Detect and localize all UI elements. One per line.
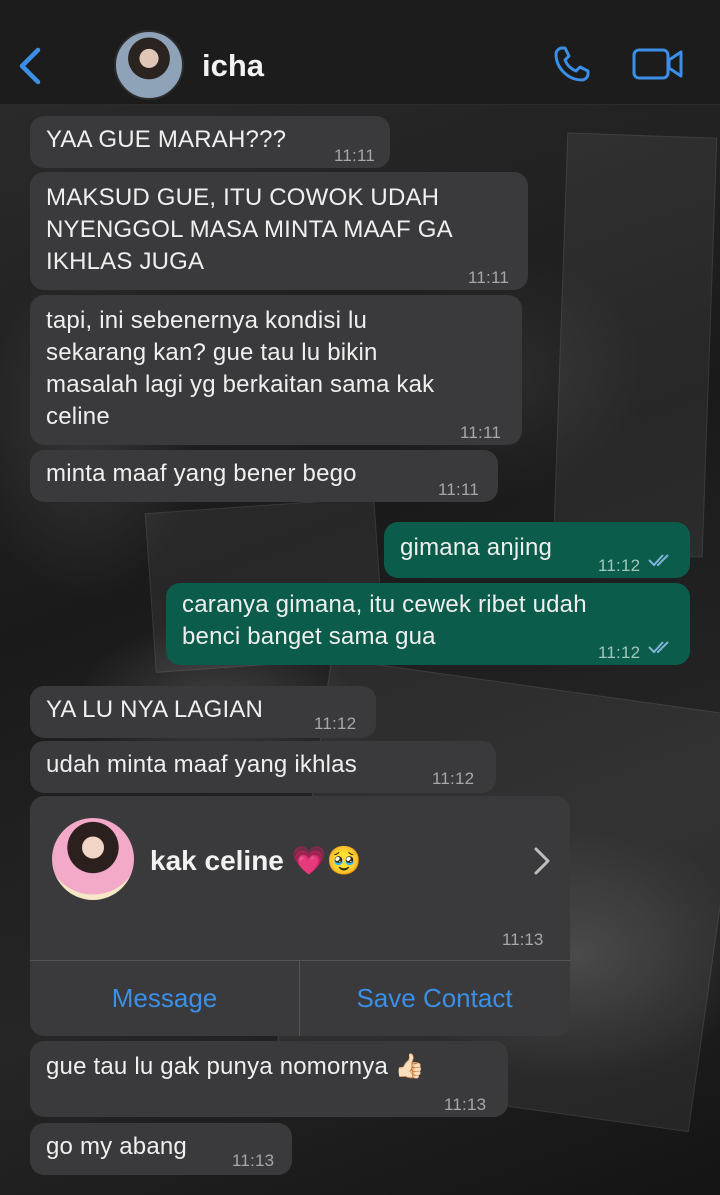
message-text: YA LU NYA LAGIAN bbox=[46, 696, 264, 723]
video-camera-icon[interactable] bbox=[632, 46, 684, 82]
message-bubble-incoming[interactable]: gue tau lu gak punya nomornya 👍🏻 11:13 bbox=[30, 1041, 508, 1117]
message-text: MAKSUD GUE, ITU COWOK UDAH bbox=[46, 184, 440, 211]
chevron-left-icon[interactable] bbox=[16, 46, 46, 86]
message-text: sekarang kan? gue tau lu bikin bbox=[46, 339, 378, 366]
message-bubble-incoming[interactable]: minta maaf yang bener bego 11:11 bbox=[30, 450, 498, 502]
message-time: 11:11 bbox=[460, 423, 502, 442]
message-text: minta maaf yang bener bego bbox=[46, 460, 357, 487]
message-bubble-incoming[interactable]: YA LU NYA LAGIAN 11:12 bbox=[30, 686, 376, 738]
message-bubble-incoming[interactable]: go my abang 11:13 bbox=[30, 1123, 292, 1175]
phone-icon[interactable] bbox=[552, 44, 592, 84]
message-time: 11:13 bbox=[444, 1095, 487, 1114]
message-text: NYENGGOL MASA MINTA MAAF GA bbox=[46, 216, 453, 243]
message-button[interactable]: Message bbox=[30, 961, 299, 1036]
chevron-right-icon[interactable] bbox=[532, 846, 552, 876]
message-text: tapi, ini sebenernya kondisi lu bbox=[46, 307, 368, 334]
message-time: 11:12 bbox=[314, 714, 357, 733]
message-time: 11:11 bbox=[438, 480, 480, 499]
message-bubble-incoming[interactable]: MAKSUD GUE, ITU COWOK UDAH NYENGGOL MASA… bbox=[30, 172, 528, 290]
message-bubble-outgoing[interactable]: gimana anjing 11:12 bbox=[384, 522, 690, 578]
message-time: 11:13 bbox=[232, 1151, 275, 1170]
message-text: caranya gimana, itu cewek ribet udah bbox=[182, 591, 587, 618]
wallpaper-book bbox=[552, 132, 718, 558]
message-bubble-incoming[interactable]: tapi, ini sebenernya kondisi lu sekarang… bbox=[30, 295, 522, 445]
message-text: masalah lagi yg berkaitan sama kak bbox=[46, 371, 435, 398]
contact-card-avatar bbox=[52, 818, 134, 900]
message-text: YAA GUE MARAH??? bbox=[46, 126, 287, 153]
chat-header: icha bbox=[0, 0, 720, 105]
message-bubble-incoming[interactable]: YAA GUE MARAH??? 11:11 bbox=[30, 116, 390, 168]
message-time: 11:12 bbox=[598, 556, 641, 575]
save-contact-button[interactable]: Save Contact bbox=[300, 961, 569, 1036]
contact-card[interactable]: kak celine 💗🥹 11:13 Message Save Contact bbox=[30, 796, 570, 1036]
message-text: IKHLAS JUGA bbox=[46, 248, 205, 275]
contact-card-name: kak celine 💗🥹 bbox=[150, 845, 362, 876]
message-time: 11:12 bbox=[598, 643, 641, 662]
message-time: 11:11 bbox=[468, 268, 510, 287]
message-text: celine bbox=[46, 403, 110, 430]
message-time: 11:12 bbox=[432, 769, 475, 788]
message-bubble-outgoing[interactable]: caranya gimana, itu cewek ribet udah ben… bbox=[166, 583, 690, 665]
contact-avatar[interactable] bbox=[114, 30, 184, 100]
contact-name[interactable]: icha bbox=[202, 48, 264, 84]
message-time: 11:11 bbox=[334, 146, 376, 165]
message-time: 11:13 bbox=[502, 930, 544, 949]
double-check-icon bbox=[648, 641, 669, 654]
message-text: gue tau lu gak punya nomornya 👍🏻 bbox=[46, 1053, 425, 1080]
message-bubble-incoming[interactable]: udah minta maaf yang ikhlas 11:12 bbox=[30, 741, 496, 793]
message-text: udah minta maaf yang ikhlas bbox=[46, 751, 357, 778]
double-check-icon bbox=[648, 554, 669, 567]
